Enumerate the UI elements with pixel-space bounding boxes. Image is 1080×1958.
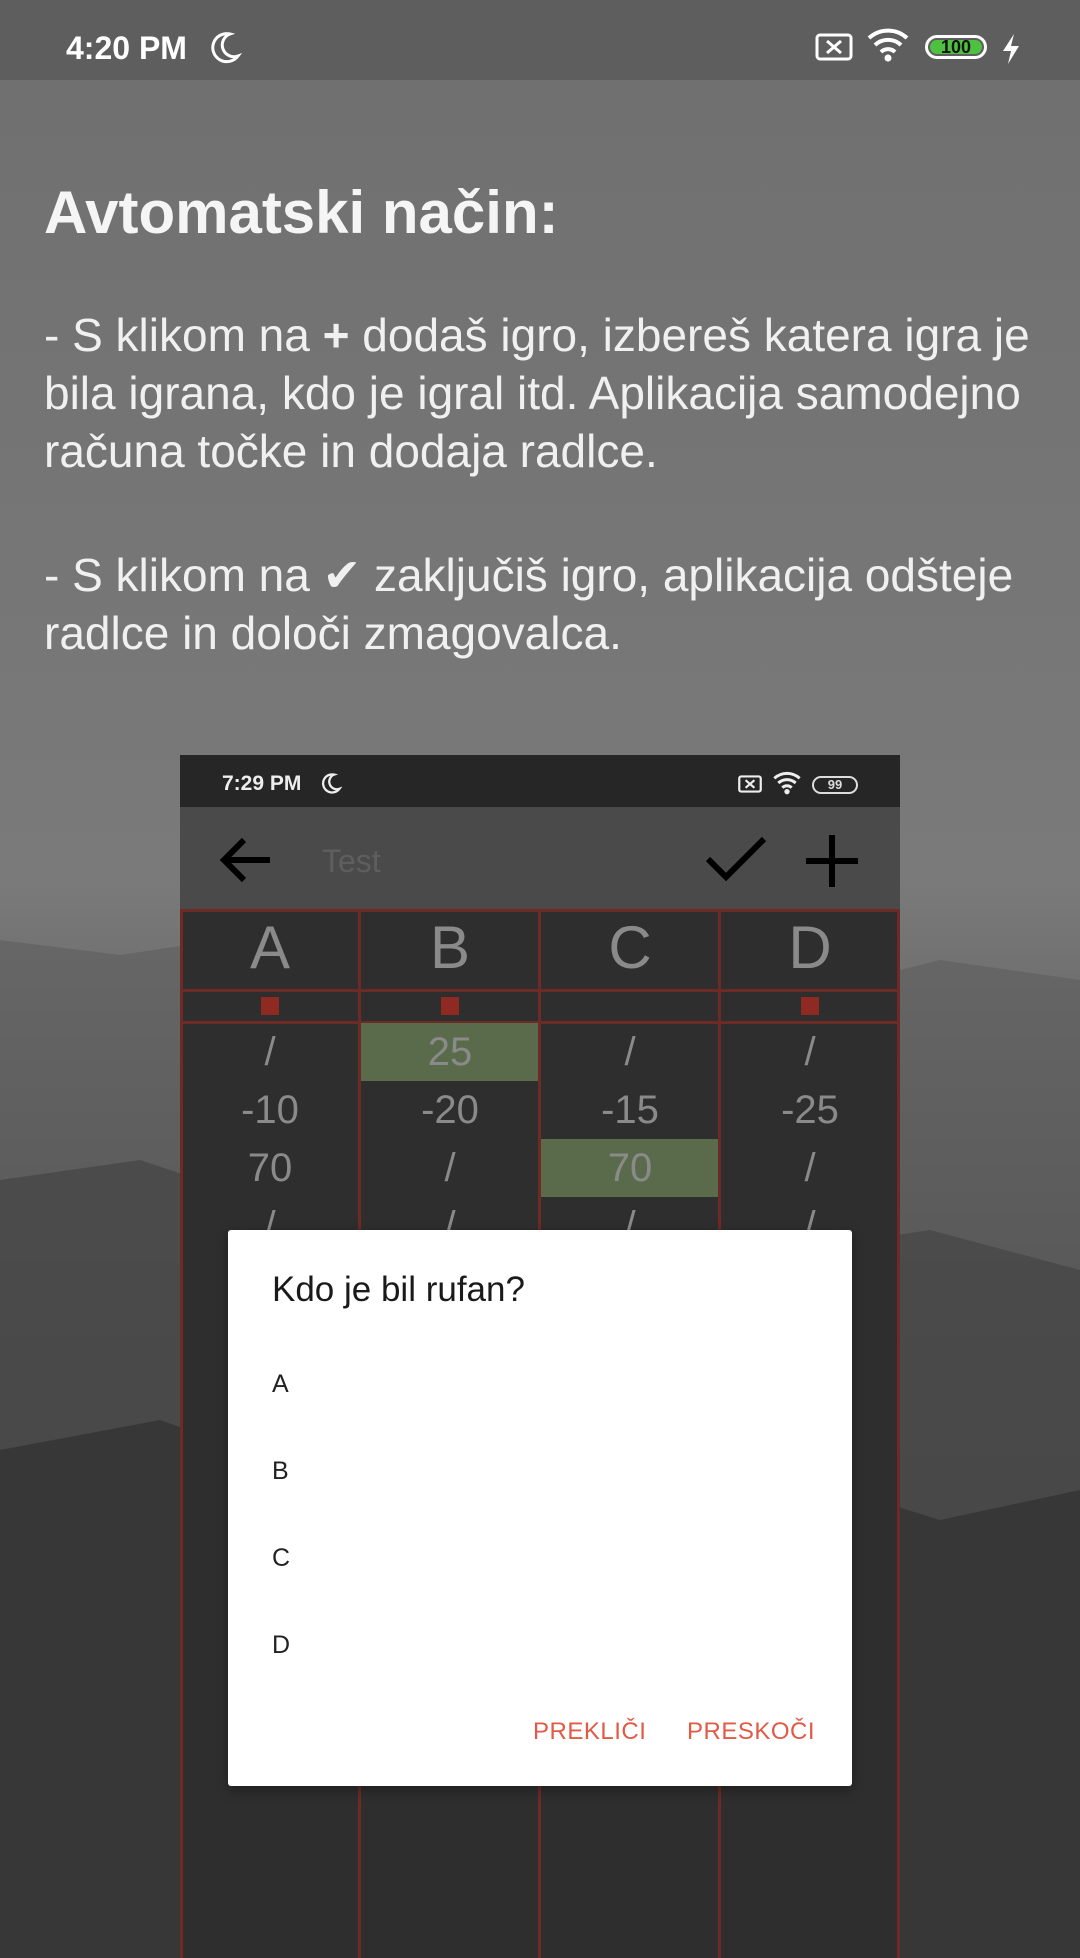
sim-icon (738, 775, 762, 793)
sim-icon (815, 33, 853, 61)
score-cell-winner: 25 (360, 1023, 540, 1081)
battery-icon: 100 (925, 35, 987, 59)
check-symbol: ✔ (322, 549, 362, 601)
inner-status-bar: 7:29 PM 99 (180, 755, 900, 807)
cancel-button[interactable]: PREKLIČI (533, 1718, 646, 1746)
plus-icon[interactable] (804, 833, 860, 889)
moon-icon (211, 32, 242, 64)
dialog-option-a[interactable]: A (272, 1370, 289, 1399)
column-marker (801, 997, 819, 1015)
dialog-title: Kdo je bil rufan? (272, 1270, 525, 1309)
moon-icon (321, 773, 342, 794)
score-cell: / (624, 1030, 636, 1074)
column-marker (441, 997, 459, 1015)
skip-button[interactable]: PRESKOČI (687, 1718, 815, 1746)
column-header: D (788, 914, 832, 981)
column-header: B (429, 914, 471, 981)
score-cell: / (444, 1146, 456, 1190)
game-title: Test (322, 843, 381, 879)
score-cell: / (264, 1030, 276, 1074)
column-header: C (608, 914, 652, 981)
charging-icon (1003, 34, 1019, 64)
score-cell: / (804, 1146, 816, 1190)
back-arrow-icon[interactable] (218, 835, 274, 885)
score-cell: -25 (781, 1088, 839, 1132)
status-bar: 4:20 PM 100 (0, 0, 1080, 80)
score-cell: / (804, 1030, 816, 1074)
instruction-add: - S klikom na + dodaš igro, izbereš kate… (44, 306, 1054, 480)
inner-status-time: 7:29 PM (222, 772, 302, 795)
wifi-icon (867, 28, 909, 62)
column-header: A (249, 914, 291, 981)
app-toolbar: Test (180, 807, 900, 909)
page-heading: Avtomatski način: (44, 179, 559, 246)
battery-icon: 99 (812, 776, 858, 794)
score-cell: 70 (247, 1146, 293, 1190)
dialog-option-d[interactable]: D (272, 1631, 290, 1660)
score-cell: -15 (601, 1088, 659, 1132)
dialog-option-b[interactable]: B (272, 1457, 289, 1486)
status-time: 4:20 PM (66, 30, 187, 66)
instruction-finish-text-a: - S klikom na (44, 549, 323, 601)
score-cell: -20 (421, 1088, 479, 1132)
column-marker (261, 997, 279, 1015)
battery-level: 100 (930, 38, 982, 56)
dialog-option-c[interactable]: C (272, 1544, 290, 1573)
plus-symbol: + (322, 309, 350, 361)
instruction-add-text-a: - S klikom na (44, 309, 323, 361)
score-cell: -10 (241, 1088, 299, 1132)
score-cell-winner: 70 (540, 1139, 720, 1197)
instruction-finish: - S klikom na ✔ zaključiš igro, aplikaci… (44, 546, 1054, 662)
check-icon[interactable] (704, 833, 768, 885)
player-choice-dialog: Kdo je bil rufan? A B C D PREKLIČI PRESK… (228, 1230, 852, 1786)
wifi-icon (773, 771, 801, 795)
